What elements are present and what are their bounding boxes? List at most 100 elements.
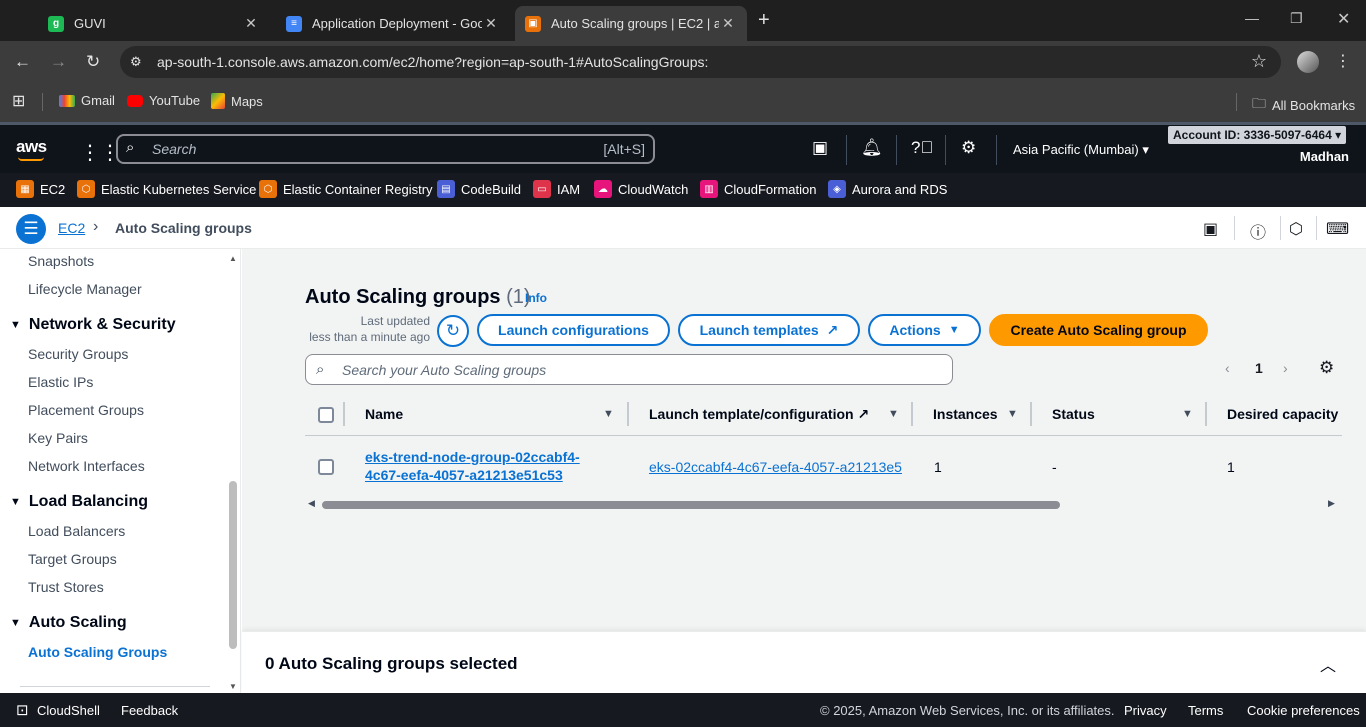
user-menu[interactable]: Madhan xyxy=(1300,149,1349,164)
create-auto-scaling-group-button[interactable]: Create Auto Scaling group xyxy=(989,314,1208,346)
favorite-iam[interactable]: ▭ IAM xyxy=(533,180,580,198)
section-auto-scaling[interactable]: ▼ Auto Scaling xyxy=(10,614,127,632)
actions-button[interactable]: Actions ▼ xyxy=(868,314,981,346)
select-all-checkbox[interactable] xyxy=(318,407,334,423)
maximize-icon[interactable]: ❐ xyxy=(1290,10,1303,27)
nav-network-interfaces[interactable]: Network Interfaces xyxy=(28,458,145,474)
asg-name-link[interactable]: eks-trend-node-group-02ccabf4- 4c67-eefa… xyxy=(365,449,580,483)
scroll-right-icon[interactable]: ▶ xyxy=(1328,498,1335,509)
column-divider[interactable] xyxy=(1205,402,1207,426)
browser-tab-app-deployment[interactable]: ≡ Application Deployment - Goog ✕ xyxy=(276,6,510,41)
sort-icon[interactable]: ▼ xyxy=(1007,408,1018,420)
sort-icon[interactable]: ▼ xyxy=(1182,408,1193,420)
help-icon[interactable]: ?⃝ xyxy=(911,138,933,158)
apps-grid-icon[interactable]: ⊞ xyxy=(12,91,25,111)
nav-security-groups[interactable]: Security Groups xyxy=(28,346,128,362)
nav-placement-groups[interactable]: Placement Groups xyxy=(28,402,144,418)
previous-page-icon[interactable]: ‹ xyxy=(1225,360,1230,376)
bookmark-youtube[interactable]: YouTube xyxy=(127,93,200,108)
url-text[interactable]: ap-south-1.console.aws.amazon.com/ec2/ho… xyxy=(157,54,708,70)
favorite-aurora-rds[interactable]: ◈ Aurora and RDS xyxy=(828,180,947,198)
sort-icon[interactable]: ▼ xyxy=(888,408,899,420)
row-select-checkbox[interactable] xyxy=(318,459,334,475)
notifications-bell-icon[interactable]: 🔔︎ xyxy=(861,138,883,158)
nav-key-pairs[interactable]: Key Pairs xyxy=(28,430,88,446)
profile-avatar[interactable] xyxy=(1297,51,1319,73)
nav-lifecycle-manager[interactable]: Lifecycle Manager xyxy=(28,281,142,297)
info-link[interactable]: Info xyxy=(525,291,547,305)
nav-target-groups[interactable]: Target Groups xyxy=(28,551,117,567)
breadcrumb-ec2[interactable]: EC2 xyxy=(58,220,85,236)
favorite-eks[interactable]: ⬡ Elastic Kubernetes Service xyxy=(77,180,256,198)
favorite-ecr[interactable]: ⬡ Elastic Container Registry xyxy=(259,180,433,198)
close-tab-icon[interactable]: ✕ xyxy=(242,15,260,32)
column-header-desired-capacity[interactable]: Desired capacity xyxy=(1227,406,1338,422)
section-load-balancing[interactable]: ▼ Load Balancing xyxy=(10,493,148,511)
column-header-instances[interactable]: Instances xyxy=(933,406,998,422)
aws-logo[interactable]: aws xyxy=(16,137,47,161)
scroll-up-icon[interactable]: ▲ xyxy=(229,254,237,263)
minimize-icon[interactable]: — xyxy=(1245,10,1259,26)
account-id-badge[interactable]: Account ID: 3336-5097-6464 ▾ xyxy=(1168,126,1347,144)
column-header-name[interactable]: Name xyxy=(365,406,403,422)
address-bar[interactable]: ⚙ ap-south-1.console.aws.amazon.com/ec2/… xyxy=(120,46,1281,78)
sort-icon[interactable]: ▼ xyxy=(603,408,614,420)
scroll-left-icon[interactable]: ◀ xyxy=(308,498,315,509)
site-info-icon[interactable]: ⚙ xyxy=(130,54,142,70)
side-nav-toggle-icon[interactable]: ☰ xyxy=(16,214,46,244)
all-bookmarks[interactable]: 🗀 All Bookmarks xyxy=(1252,93,1355,117)
nav-trust-stores[interactable]: Trust Stores xyxy=(28,579,104,595)
favorite-cloudwatch[interactable]: ☁ CloudWatch xyxy=(594,180,688,198)
new-tab-icon[interactable]: + xyxy=(758,9,770,32)
info-panel-icon[interactable]: ⓘ xyxy=(1250,219,1266,243)
column-header-launch-template[interactable]: Launch template/configuration ↗ xyxy=(649,406,869,423)
nav-load-balancers[interactable]: Load Balancers xyxy=(28,523,125,539)
terms-link[interactable]: Terms xyxy=(1188,703,1223,718)
launch-configurations-button[interactable]: Launch configurations xyxy=(477,314,670,346)
cloudshell-icon[interactable]: ▣ xyxy=(812,138,828,158)
back-icon[interactable]: ← xyxy=(14,52,31,72)
bookmark-star-icon[interactable]: ☆ xyxy=(1251,51,1267,72)
section-network-security[interactable]: ▼ Network & Security xyxy=(10,316,176,334)
asg-search-input[interactable]: ⌕ Search your Auto Scaling groups xyxy=(305,354,953,385)
browser-menu-icon[interactable]: ⋮ xyxy=(1335,51,1351,71)
favorite-cloudformation[interactable]: ▥ CloudFormation xyxy=(700,180,817,198)
refresh-button[interactable]: ↻ xyxy=(437,315,469,347)
browser-tab-guvi[interactable]: g GUVI ✕ xyxy=(38,6,270,41)
sidebar-scrollbar[interactable]: ▲ ▼ xyxy=(229,254,237,691)
next-page-icon[interactable]: › xyxy=(1283,360,1288,376)
column-header-status[interactable]: Status xyxy=(1052,406,1095,422)
table-horizontal-scrollbar[interactable]: ◀ ▶ xyxy=(305,497,1342,511)
favorite-ec2[interactable]: ▦ EC2 xyxy=(16,180,65,198)
settings-gear-icon[interactable]: ⚙ xyxy=(961,138,976,158)
aws-search-input[interactable]: ⌕ Search [Alt+S] xyxy=(116,134,655,164)
page-number[interactable]: 1 xyxy=(1255,360,1263,376)
nav-elastic-ips[interactable]: Elastic IPs xyxy=(28,374,93,390)
bookmark-maps[interactable]: Maps xyxy=(211,93,263,109)
browser-tab-auto-scaling[interactable]: ▣ Auto Scaling groups | EC2 | ap-s ✕ xyxy=(515,6,747,41)
feedback-link[interactable]: Feedback xyxy=(121,703,178,718)
horizontal-scroll-thumb[interactable] xyxy=(322,501,1060,509)
close-tab-icon[interactable]: ✕ xyxy=(719,15,737,32)
forward-icon[interactable]: → xyxy=(50,52,67,72)
bookmark-gmail[interactable]: Gmail xyxy=(59,93,115,108)
hexagon-settings-icon[interactable]: ⬡ xyxy=(1289,219,1303,239)
column-divider[interactable] xyxy=(1030,402,1032,426)
column-divider[interactable] xyxy=(627,402,629,426)
close-window-icon[interactable]: ✕ xyxy=(1337,9,1350,29)
column-divider[interactable] xyxy=(911,402,913,426)
cloudshell-icon[interactable]: ⊡ xyxy=(16,701,29,719)
cloudshell-link[interactable]: CloudShell xyxy=(37,703,100,718)
close-tab-icon[interactable]: ✕ xyxy=(482,15,500,32)
scroll-down-icon[interactable]: ▼ xyxy=(229,682,237,691)
privacy-link[interactable]: Privacy xyxy=(1124,703,1167,718)
split-panel-icon[interactable]: ▣ xyxy=(1203,219,1218,239)
sidebar-scroll-thumb[interactable] xyxy=(229,481,237,649)
nav-snapshots[interactable]: Snapshots xyxy=(28,253,94,269)
expand-chevron-up-icon[interactable]: ︿ xyxy=(1320,652,1336,676)
table-preferences-gear-icon[interactable]: ⚙ xyxy=(1319,358,1334,378)
favorite-codebuild[interactable]: ▤ CodeBuild xyxy=(437,180,521,198)
tutorial-icon[interactable]: ⌨ xyxy=(1326,219,1349,239)
launch-templates-button[interactable]: Launch templates ↗ xyxy=(678,314,860,346)
nav-auto-scaling-groups[interactable]: Auto Scaling Groups xyxy=(28,644,167,660)
